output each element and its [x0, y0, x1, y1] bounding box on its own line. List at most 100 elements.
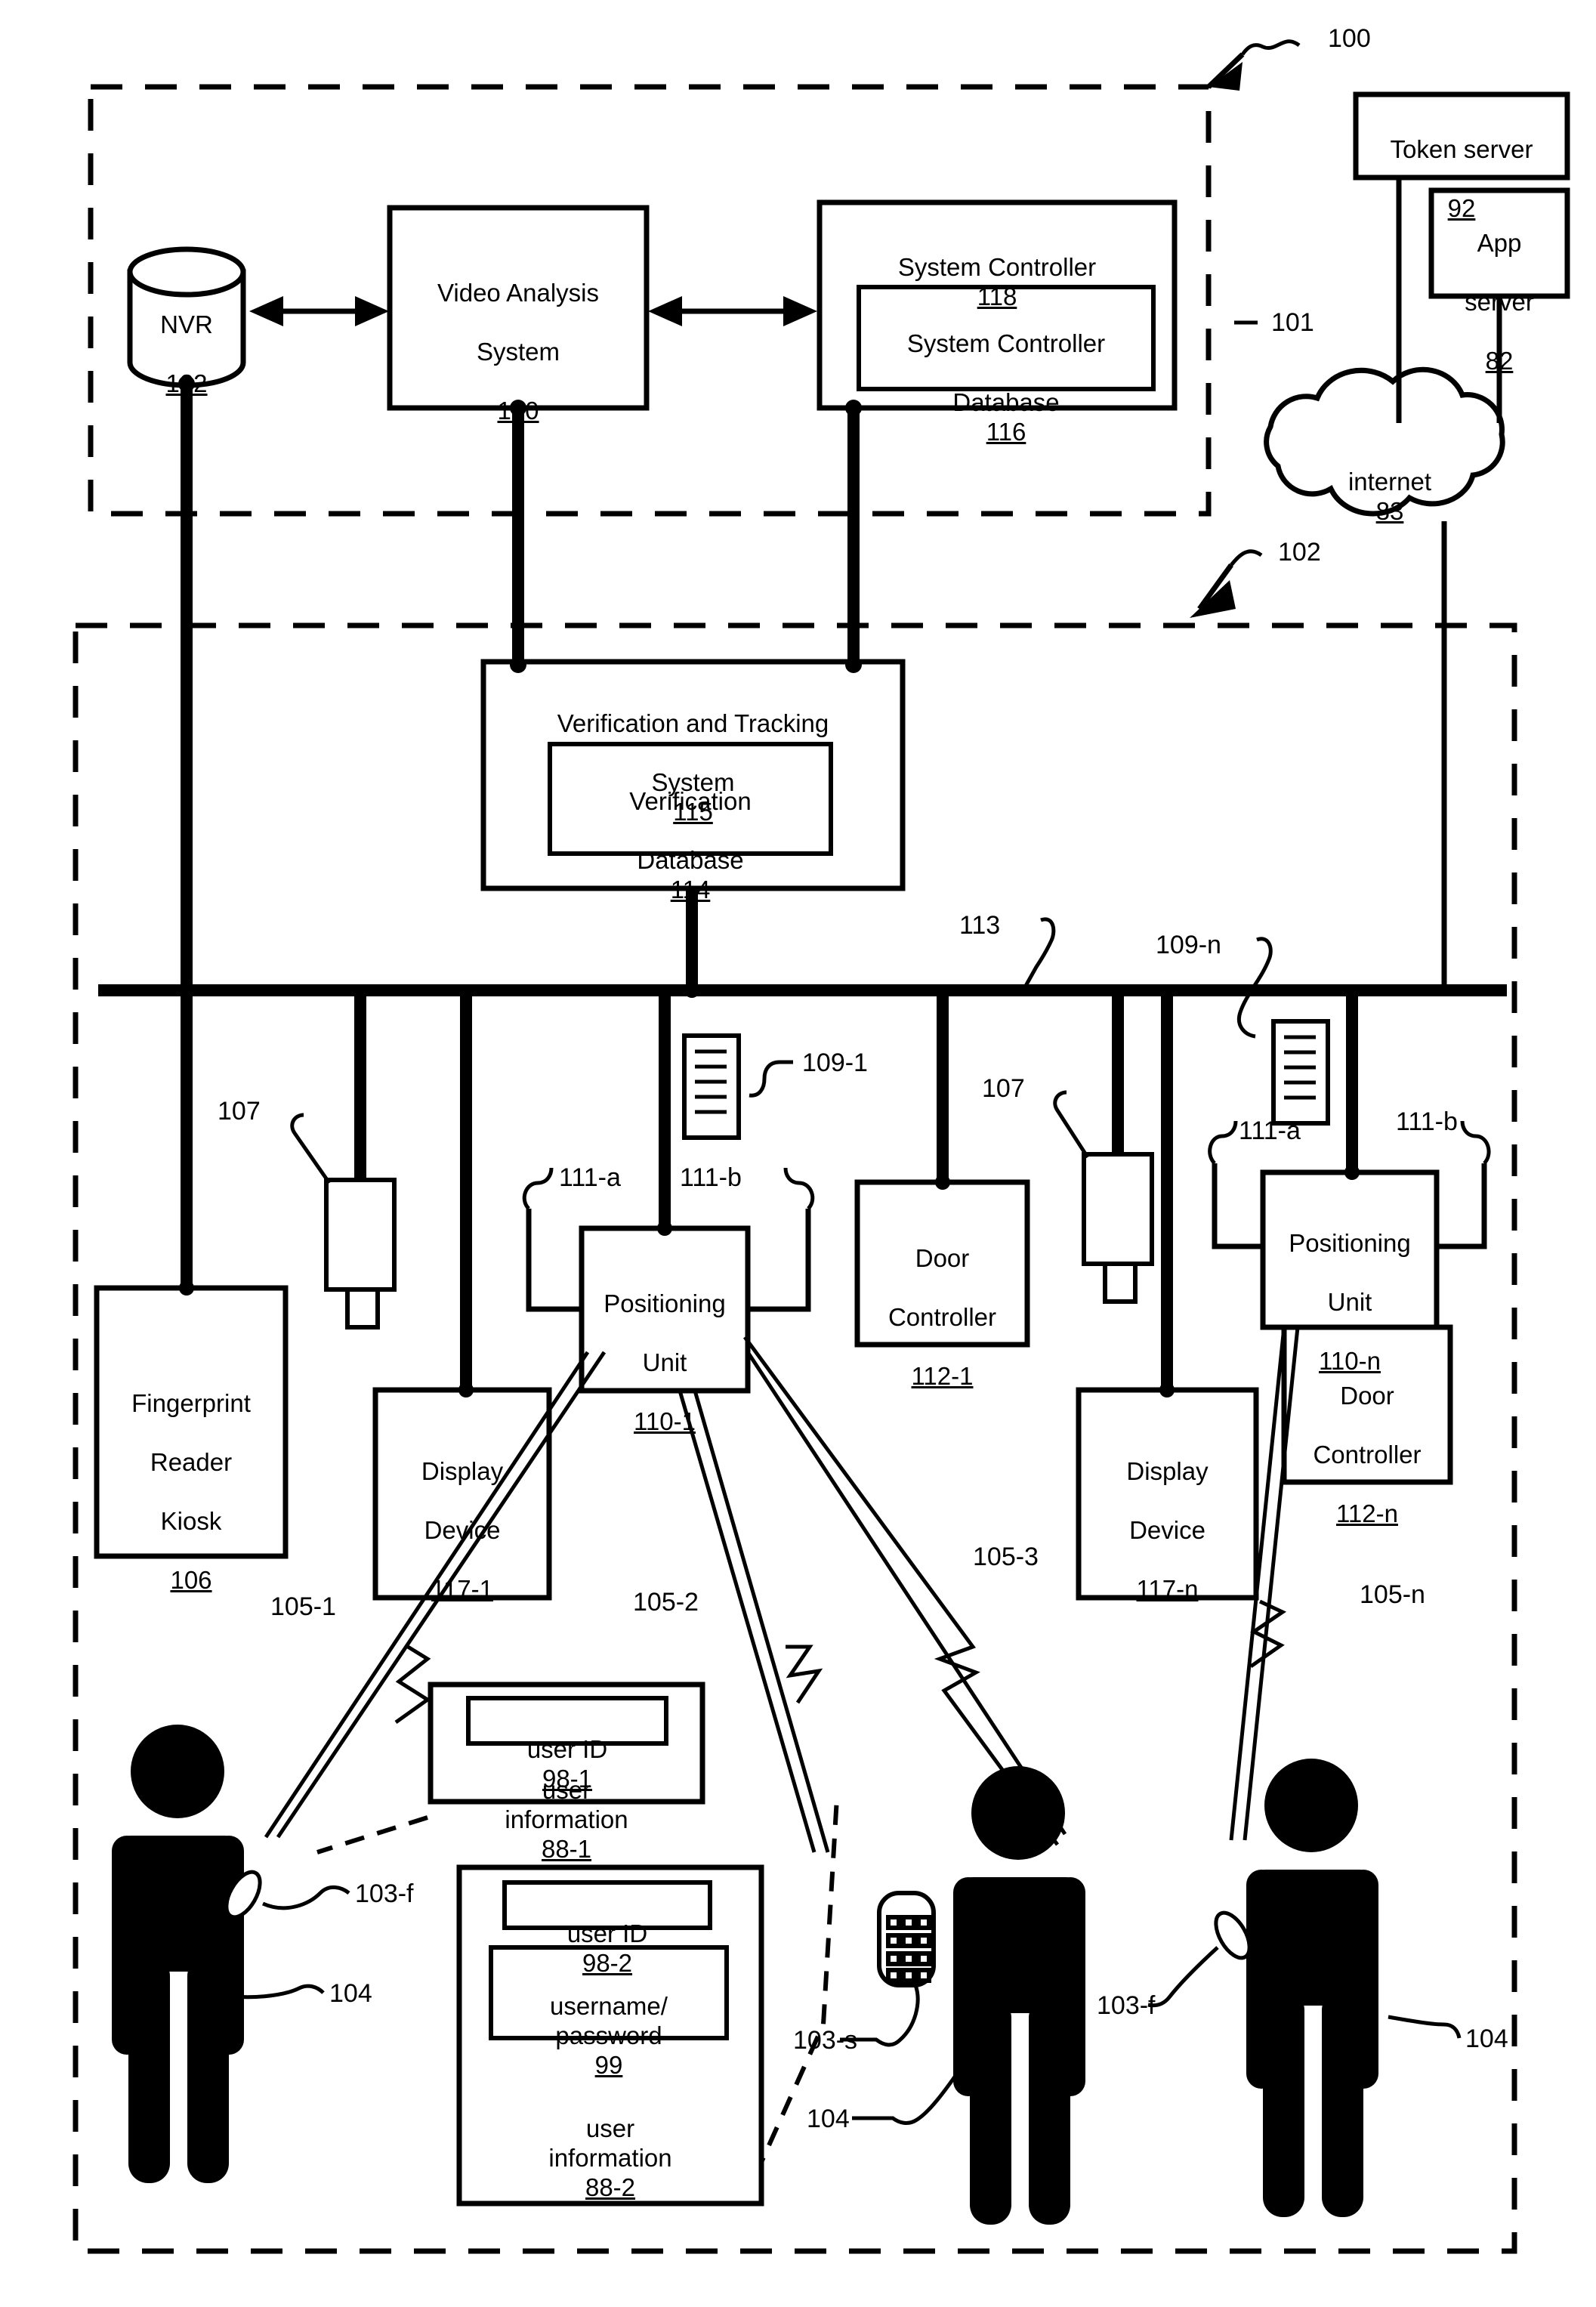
vdb-l2: Database [637, 845, 744, 874]
internet-num: 83 [1375, 496, 1404, 525]
system-controller-db-num: 116 [986, 417, 1026, 446]
uinfo1-line: user information [505, 1775, 628, 1833]
kiosk-l1: Fingerprint [131, 1388, 251, 1417]
uinfo1-num: 88-1 [541, 1834, 592, 1863]
ref-109-n: 109-n [1156, 931, 1221, 959]
camera-107-left-icon [324, 1178, 397, 1330]
cred2-line: username/ password [550, 1991, 668, 2049]
junction-dot [845, 400, 862, 416]
leader-104-middle [852, 2062, 966, 2125]
app-server-l1: App [1477, 228, 1522, 257]
ref-107-left: 107 [218, 1097, 261, 1126]
vdb-num: 114 [670, 875, 711, 903]
arrow-video-controller [648, 296, 817, 326]
dd1-l1: Display [421, 1456, 504, 1485]
video-analysis-l2: System [476, 337, 560, 366]
arrowhead-100 [1209, 62, 1243, 91]
ref-111-b-pu1: 111-b [680, 1163, 742, 1192]
vdb-l1: Verification [629, 786, 752, 815]
junction-dot [1159, 1382, 1175, 1397]
junction-dot [684, 983, 699, 998]
leader-109-1 [749, 1060, 793, 1098]
ref-107-right: 107 [982, 1074, 1025, 1103]
system-controller-label: System Controller 118 [823, 224, 1172, 312]
junction-dot [1344, 1165, 1360, 1180]
system-controller-db-label: System Controller Database 116 [862, 300, 1150, 447]
ref-103-f-right: 103-f [1097, 1991, 1156, 2020]
ref-104-right: 104 [1465, 2024, 1508, 2053]
junction-dot [458, 1382, 474, 1397]
nvr-label: NVR 122 [130, 281, 243, 399]
ref-103-s: 103-s [793, 2026, 858, 2055]
system-controller-db-l1: System Controller [906, 329, 1106, 357]
ref-100: 100 [1328, 24, 1371, 53]
ddn-l2: Device [1129, 1515, 1205, 1544]
app-server-num: 82 [1485, 346, 1514, 375]
verification-db-label: Verification Database 114 [553, 758, 828, 905]
pu1-l2: Unit [642, 1348, 687, 1376]
pu1-num: 110-1 [634, 1407, 696, 1435]
positioning-unit-1-label: Positioning Unit 110-1 [585, 1260, 745, 1437]
junction-dot [935, 1175, 950, 1190]
app-server-l2: server [1465, 287, 1534, 316]
username-password-99-label: username/ password 99 [494, 1963, 724, 2080]
arrowhead-102 [1190, 580, 1236, 618]
display-device-1-label: Display Device 117-1 [378, 1428, 546, 1604]
junction-dot [510, 656, 526, 673]
person-right-104 [1246, 1759, 1378, 2217]
vts-l1: Verification and Tracking [557, 709, 829, 737]
dcn-num: 112-n [1336, 1499, 1398, 1527]
ddn-l1: Display [1126, 1456, 1209, 1485]
camera-107-right-icon [1082, 1152, 1154, 1304]
user-info-88-1-label: user information 88-1 [434, 1746, 699, 1864]
ref-105-3: 105-3 [973, 1543, 1039, 1571]
system-controller-name: System Controller [897, 252, 1097, 281]
dc1-l1: Door [915, 1243, 970, 1272]
person-middle-104 [953, 1766, 1085, 2225]
ddn-num: 117-n [1136, 1574, 1199, 1603]
dd1-l2: Device [424, 1515, 501, 1544]
internet-label: internet 83 [1284, 438, 1496, 527]
user-info-88-2-label: user information 88-2 [462, 2085, 758, 2203]
person-left-104 [112, 1725, 244, 2183]
pun-l2: Unit [1327, 1287, 1372, 1316]
pu1-l1: Positioning [604, 1289, 726, 1317]
ref-103-f-left: 103-f [355, 1879, 414, 1908]
dashed-leader-card1 [316, 1815, 428, 1855]
leader-107-right [1053, 1090, 1090, 1159]
ref-111-b-pun: 111-b [1396, 1107, 1458, 1136]
kiosk-num: 106 [170, 1565, 212, 1594]
fingerprint-kiosk-label: Fingerprint Reader Kiosk 106 [100, 1360, 282, 1595]
leader-103-f-right [1147, 1946, 1219, 2008]
nvr-name: NVR [160, 310, 213, 338]
dc1-l2: Controller [888, 1302, 997, 1331]
leader-102 [1230, 549, 1263, 567]
dcn-l2: Controller [1313, 1440, 1422, 1469]
leader-113 [1023, 917, 1056, 987]
ref-111-a-pu1: 111-a [559, 1163, 621, 1192]
junction-dot [179, 983, 194, 998]
antenna-111b-pun [1437, 1163, 1487, 1249]
dc1-num: 112-1 [911, 1361, 974, 1390]
junction-dot [845, 656, 862, 673]
video-analysis-l1: Video Analysis [437, 278, 600, 307]
dd1-num: 117-1 [431, 1574, 493, 1603]
patent-figure-sheet: 100 101 102 NVR 122 Video Analysis Syste… [0, 0, 1596, 2307]
antenna-111a-pun [1212, 1163, 1263, 1249]
ref-102: 102 [1278, 538, 1321, 567]
arrow-nvr-video [249, 296, 389, 326]
kiosk-l2: Reader [150, 1447, 233, 1476]
uinfo2-line: user information [548, 2114, 672, 2172]
positioning-unit-n-label: Positioning Unit 110-n [1266, 1200, 1434, 1376]
ref-105-1: 105-1 [270, 1592, 336, 1621]
dcn-l1: Door [1340, 1381, 1394, 1410]
nvr-num: 122 [165, 369, 208, 397]
ref-104-middle: 104 [807, 2105, 850, 2133]
ref-104-left: 104 [329, 1979, 372, 2008]
pun-l1: Positioning [1289, 1228, 1411, 1257]
antenna-111b-pu1 [748, 1209, 811, 1312]
leader-104-right [1388, 2015, 1462, 2039]
video-analysis-label: Video Analysis System 120 [393, 249, 644, 426]
kiosk-l3: Kiosk [160, 1506, 222, 1535]
printer-109-n-icon [1271, 1019, 1330, 1126]
